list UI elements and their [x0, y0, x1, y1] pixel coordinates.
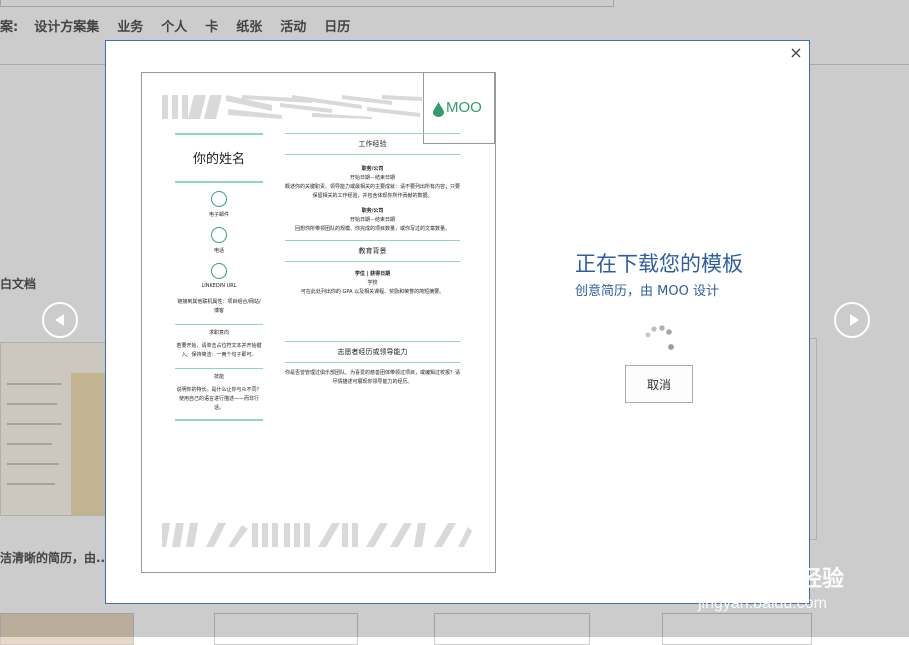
degree-title: 学位 | 获得日期	[354, 271, 391, 277]
loading-spinner-icon	[645, 325, 674, 350]
phone-label: 电话	[213, 248, 224, 254]
watermark-brand-suffix: 经验	[800, 567, 845, 592]
objective-text: 若要开始，请单击占位符文本并开始键入。保持简洁：一两个句子即可。	[176, 343, 262, 358]
close-button[interactable]: ×	[786, 43, 806, 63]
download-status-title: 正在下载您的模板	[575, 252, 743, 276]
template-download-dialog: × MOO 你的姓名 电子邮件 电话 LINKEDIN URL 链接到其他联机属…	[105, 40, 810, 604]
job-title: 职务/公司	[361, 166, 384, 172]
download-status-subtitle: 创意简历，由 MOO 设计	[575, 284, 719, 299]
resume-right-column: 工作经验 职务/公司 开始日期－结束日期 概述你的关键职责、领导能力或最相关的主…	[285, 133, 460, 387]
objective-heading: 求职意向	[208, 330, 229, 336]
job-description: 概述你的关键职责、领导能力或最相关的主要成就：请不要列出所有内容；只要保留相关的…	[285, 184, 461, 199]
job-description: 回想你所带领团队的规模、你完成的项目数量，或你写过的文章数量。	[294, 226, 450, 232]
watermark-url: jingyan.baidu.com	[698, 595, 827, 612]
volunteer-description: 你是否曾管理过俱乐部团队、为喜爱的慈善团体带领过项目，或编辑过校报？请尽情描述可…	[285, 370, 461, 385]
skills-heading: 技能	[213, 374, 224, 380]
education-description: 可在此处列出你的 GPA 以及相关课程、奖励和荣誉的简短摘要。	[300, 289, 445, 295]
paw-icon	[752, 538, 791, 582]
decorative-stripes	[162, 95, 422, 119]
phone-icon	[211, 227, 227, 243]
next-template-button[interactable]	[834, 302, 870, 338]
links-text: 链接到其他联机属性：项目组合/网站/博客	[177, 299, 261, 314]
template-preview: MOO 你的姓名 电子邮件 电话 LINKEDIN URL 链接到其他联机属性：…	[141, 72, 496, 573]
linkedin-label: LINKEDIN URL	[201, 283, 237, 289]
logo-text: MOO	[446, 99, 482, 116]
cancel-button[interactable]: 取消	[625, 365, 693, 403]
resume-name: 你的姓名	[192, 152, 245, 167]
job-dates: 开始日期－结束日期	[349, 217, 395, 223]
previous-template-button[interactable]	[42, 302, 78, 338]
email-icon	[211, 191, 227, 207]
volunteer-heading: 志愿者经历或领导能力	[337, 348, 408, 356]
skills-text: 说明你的特长。是什么让你与众不同？使用自己的语言进行描述——而非行话。	[176, 387, 262, 411]
education-heading: 教育背景	[358, 247, 387, 255]
job-dates: 开始日期－结束日期	[349, 175, 395, 181]
email-label: 电子邮件	[208, 212, 229, 218]
linkedin-icon	[211, 263, 227, 279]
resume-left-column: 你的姓名 电子邮件 电话 LINKEDIN URL 链接到其他联机属性：项目组合…	[175, 133, 263, 421]
job-title: 职务/公司	[361, 208, 384, 214]
droplet-icon	[433, 102, 444, 117]
school-name: 学校	[367, 280, 378, 286]
decorative-stripes	[162, 523, 472, 547]
work-heading: 工作经验	[358, 140, 387, 148]
watermark-brand: Bai	[695, 553, 746, 591]
